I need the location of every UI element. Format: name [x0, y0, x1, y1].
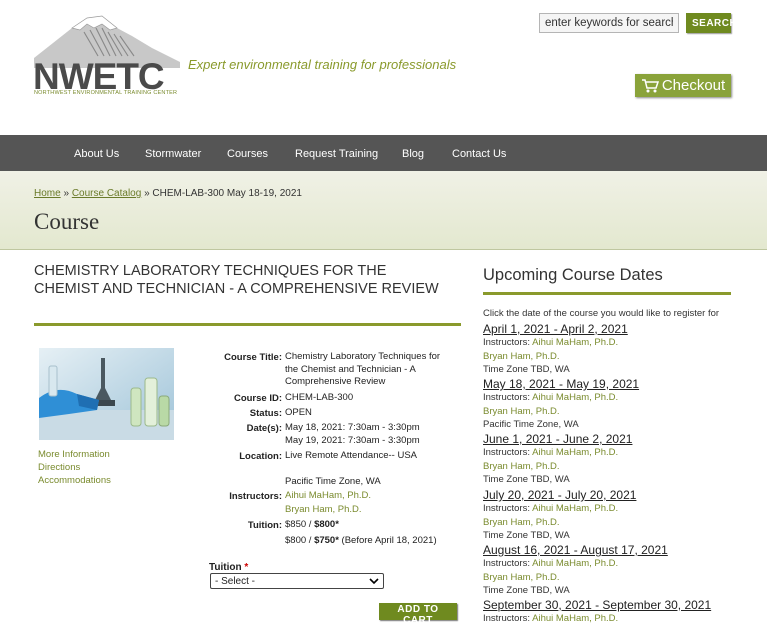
page-title: Course: [34, 209, 100, 234]
location-value: Live Remote Attendance-- USA: [285, 450, 418, 461]
course-id-value: CHEM-LAB-300: [285, 392, 354, 403]
instructor-link[interactable]: Aihui MaHam, Ph.D.: [532, 447, 618, 458]
instructor-link[interactable]: Aihui MaHam, Ph.D.: [285, 490, 371, 503]
upcoming-divider: [483, 292, 731, 295]
instructor-link[interactable]: Bryan Ham, Ph.D.: [483, 572, 560, 583]
timezone-value: Pacific Time Zone, WA: [285, 476, 381, 487]
directions-link[interactable]: Directions: [38, 462, 80, 473]
checkout-label: Checkout: [661, 77, 726, 94]
tuition-select-value: - Select -: [215, 575, 256, 587]
tuition-early-price-line: $800 / $750* (Before April 18, 2021): [285, 535, 437, 546]
breadcrumb-current: CHEM-LAB-300 May 18-19, 2021: [152, 188, 302, 199]
instructor-link[interactable]: Bryan Ham, Ph.D.: [483, 517, 560, 528]
cart-icon: [641, 78, 659, 92]
instructor-link[interactable]: Aihui MaHam, Ph.D.: [532, 558, 618, 569]
instructors-label: Instructors:: [229, 491, 282, 502]
session-date-link[interactable]: September 30, 2021 - September 30, 2021: [483, 598, 743, 612]
session-date-link[interactable]: May 18, 2021 - May 19, 2021: [483, 377, 743, 391]
session-timezone: Time Zone TBD, WA: [483, 364, 570, 375]
instructor-link[interactable]: Bryan Ham, Ph.D.: [483, 351, 560, 362]
instructor-link[interactable]: Bryan Ham, Ph.D.: [483, 406, 560, 417]
location-label: Location:: [239, 451, 282, 462]
session-item: August 16, 2021 - August 17, 2021 Instru…: [483, 543, 743, 598]
more-information-link[interactable]: More Information: [38, 449, 110, 460]
instructor-link[interactable]: Aihui MaHam, Ph.D.: [532, 337, 618, 348]
course-title-label: Course Title:: [224, 352, 282, 363]
nav-about-us[interactable]: About Us: [74, 148, 119, 160]
course-title-value: Chemistry Laboratory Techniques for the …: [285, 351, 441, 387]
breadcrumb-home[interactable]: Home: [34, 188, 61, 199]
search-input[interactable]: [539, 13, 679, 33]
nav-contact-us[interactable]: Contact Us: [452, 148, 506, 160]
session-date-link[interactable]: August 16, 2021 - August 17, 2021: [483, 543, 743, 557]
main-nav: About Us Stormwater Courses Request Trai…: [0, 135, 767, 171]
search-button[interactable]: SEARCH: [686, 13, 737, 33]
instructor-link[interactable]: Bryan Ham, Ph.D.: [483, 461, 560, 472]
session-timezone: Time Zone TBD, WA: [483, 474, 570, 485]
session-date-link[interactable]: June 1, 2021 - June 2, 2021: [483, 432, 743, 446]
nav-stormwater[interactable]: Stormwater: [145, 148, 201, 160]
course-heading: CHEMISTRY LABORATORY TECHNIQUES FOR THE …: [34, 263, 439, 297]
upcoming-dates-heading: Upcoming Course Dates: [483, 266, 663, 284]
tuition-label: Tuition:: [247, 520, 282, 531]
nav-courses[interactable]: Courses: [227, 148, 268, 160]
session-date-link[interactable]: April 1, 2021 - April 2, 2021: [483, 322, 743, 336]
instructor-link[interactable]: Aihui MaHam, Ph.D.: [532, 503, 618, 514]
session-date-link[interactable]: July 20, 2021 - July 20, 2021: [483, 488, 743, 502]
instructor-link[interactable]: Aihui MaHam, Ph.D.: [532, 392, 618, 403]
session-item: May 18, 2021 - May 19, 2021 Instructors:…: [483, 377, 743, 432]
nav-request-training[interactable]: Request Training: [295, 148, 378, 160]
session-item: June 1, 2021 - June 2, 2021 Instructors:…: [483, 432, 743, 487]
status-value: OPEN: [285, 407, 312, 418]
breadcrumb: Home » Course Catalog » CHEM-LAB-300 May…: [34, 188, 302, 199]
logo-subtitle: NORTHWEST ENVIRONMENTAL TRAINING CENTER: [34, 90, 178, 96]
session-item: July 20, 2021 - July 20, 2021 Instructor…: [483, 488, 743, 543]
chevron-down-icon: [369, 577, 379, 584]
status-label: Status:: [249, 408, 282, 419]
instructor-link[interactable]: Aihui MaHam, Ph.D.: [532, 613, 618, 624]
checkout-button[interactable]: Checkout: [635, 74, 731, 97]
nav-blog[interactable]: Blog: [402, 148, 424, 160]
date-value: May 19, 2021: 7:30am - 3:30pm: [285, 435, 420, 446]
tagline: Expert environmental training for profes…: [188, 57, 457, 72]
session-timezone: Pacific Time Zone, WA: [483, 419, 579, 430]
tuition-select[interactable]: - Select -: [210, 573, 384, 589]
instructor-link[interactable]: Bryan Ham, Ph.D.: [285, 504, 362, 517]
title-band: [0, 171, 767, 250]
upcoming-instruction: Click the date of the course you would l…: [483, 308, 720, 319]
dates-label: Date(s):: [246, 423, 282, 434]
heading-divider: [34, 323, 461, 326]
tuition-field-label: Tuition *: [209, 562, 249, 573]
accommodations-link[interactable]: Accommodations: [38, 475, 111, 486]
course-id-label: Course ID:: [233, 393, 282, 404]
tuition-price-line: $850 / $800*: [285, 519, 339, 530]
breadcrumb-separator: »: [63, 188, 70, 199]
session-item: April 1, 2021 - April 2, 2021 Instructor…: [483, 322, 743, 377]
breadcrumb-course-catalog[interactable]: Course Catalog: [72, 188, 141, 199]
course-image: [39, 348, 174, 440]
date-value: May 18, 2021: 7:30am - 3:30pm: [285, 422, 420, 433]
session-timezone: Time Zone TBD, WA: [483, 530, 570, 541]
session-timezone: Time Zone TBD, WA: [483, 585, 570, 596]
session-item: September 30, 2021 - September 30, 2021 …: [483, 598, 743, 626]
breadcrumb-separator: »: [144, 188, 150, 199]
add-to-cart-button[interactable]: ADD TO CART: [379, 603, 457, 626]
